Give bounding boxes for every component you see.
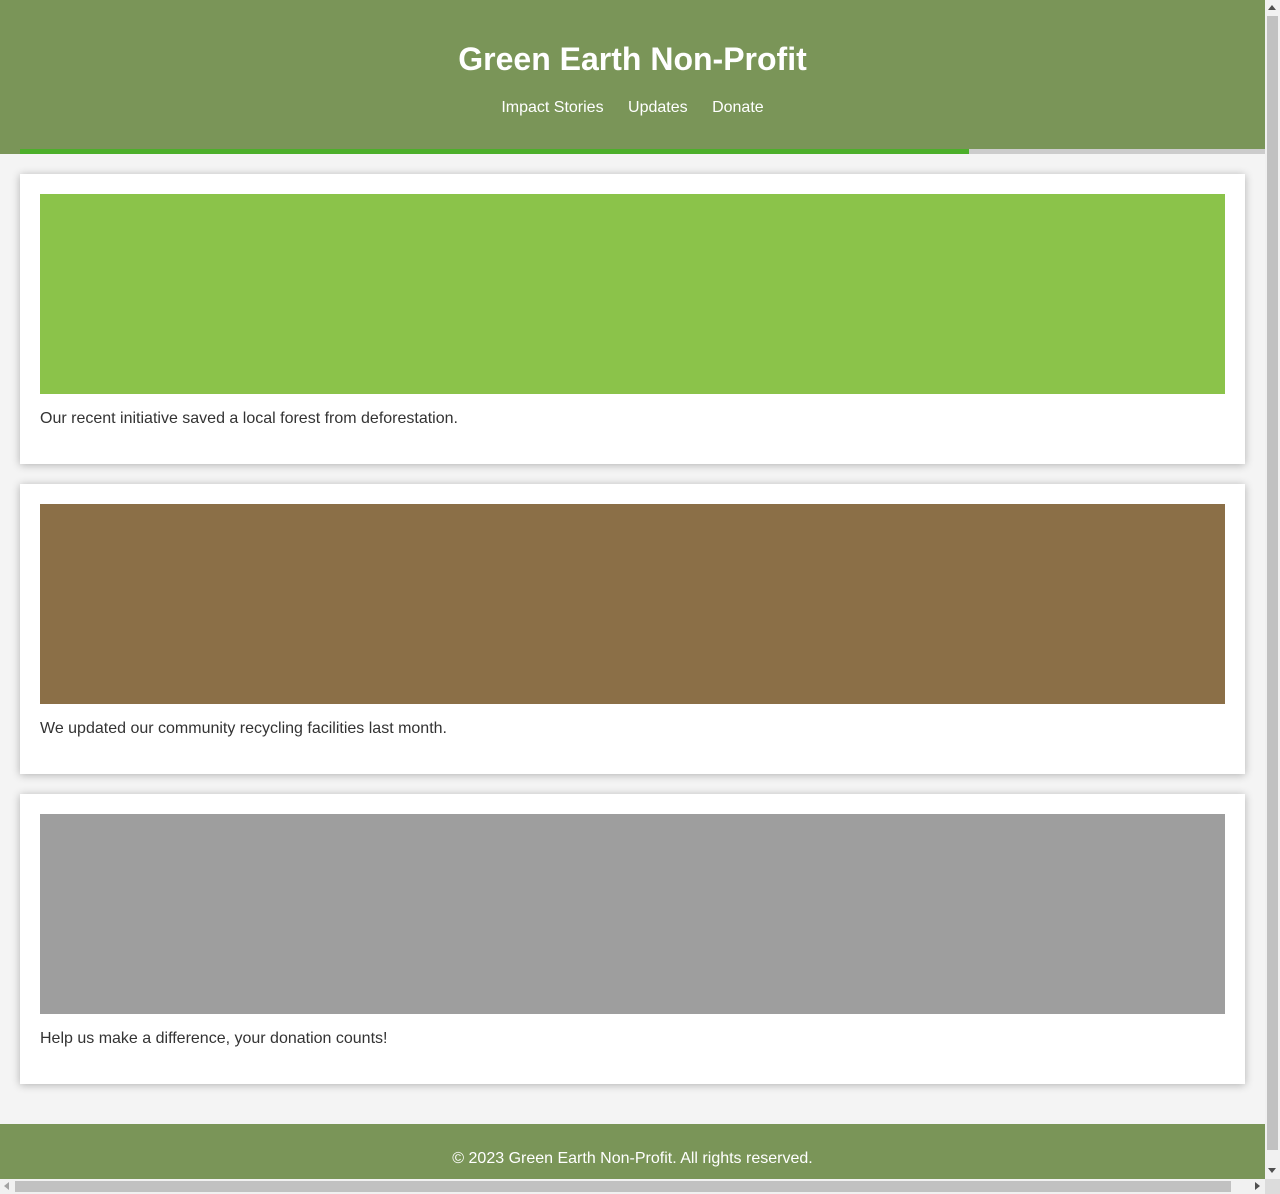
nav-link-impact-stories[interactable]: Impact Stories (501, 99, 603, 116)
vertical-scrollbar-thumb[interactable] (1267, 16, 1278, 1150)
scroll-progress-track (20, 149, 1265, 154)
scroll-right-arrow-icon[interactable] (1255, 1182, 1260, 1190)
story-card-donation: Help us make a difference, your donation… (20, 794, 1245, 1084)
card-text: We updated our community recycling facil… (40, 720, 447, 737)
scroll-left-arrow-icon[interactable] (4, 1182, 9, 1190)
scroll-up-arrow-icon[interactable] (1268, 5, 1276, 10)
card-image-placeholder (40, 814, 1225, 1014)
horizontal-scrollbar[interactable] (0, 1179, 1265, 1194)
vertical-scrollbar[interactable] (1265, 0, 1280, 1179)
card-text: Help us make a difference, your donation… (40, 1030, 388, 1047)
card-image-placeholder (40, 504, 1225, 704)
scroll-down-arrow-icon[interactable] (1268, 1168, 1276, 1173)
main-nav: Impact Stories Updates Donate (0, 99, 1265, 117)
story-card-forest: Our recent initiative saved a local fore… (20, 174, 1245, 464)
card-image-placeholder (40, 194, 1225, 394)
nav-link-donate[interactable]: Donate (712, 99, 764, 116)
page-viewport: Green Earth Non-Profit Impact Stories Up… (0, 0, 1265, 1179)
scroll-progress-fill (20, 149, 969, 154)
horizontal-scrollbar-thumb[interactable] (15, 1181, 1231, 1192)
scrollbar-corner (1265, 1179, 1280, 1194)
nav-link-updates[interactable]: Updates (628, 99, 688, 116)
main-content: Our recent initiative saved a local fore… (20, 174, 1245, 1104)
site-footer: © 2023 Green Earth Non-Profit. All right… (0, 1124, 1265, 1179)
story-card-recycling: We updated our community recycling facil… (20, 484, 1245, 774)
card-text: Our recent initiative saved a local fore… (40, 410, 458, 427)
footer-copyright: © 2023 Green Earth Non-Profit. All right… (452, 1150, 813, 1167)
site-title: Green Earth Non-Profit (458, 41, 807, 77)
site-header: Green Earth Non-Profit Impact Stories Up… (0, 0, 1265, 154)
